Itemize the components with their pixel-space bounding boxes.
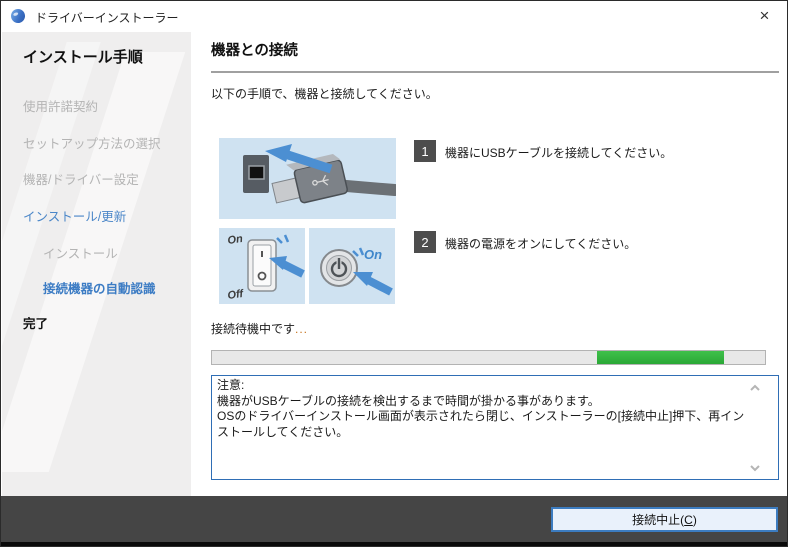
- window-title: ドライバーインストーラー: [35, 11, 179, 25]
- close-icon: ×: [759, 6, 770, 25]
- step-1-text: 機器にUSBケーブルを接続してください。: [445, 146, 673, 160]
- intro-text: 以下の手順で、機器と接続してください。: [211, 87, 438, 101]
- connection-progressbar: [211, 350, 766, 365]
- close-button[interactable]: ×: [742, 1, 787, 31]
- page-title: 機器との接続: [211, 43, 298, 59]
- app-icon: [9, 7, 27, 25]
- step-1-number-label: 1: [421, 143, 429, 159]
- scroll-up-icon[interactable]: [748, 382, 762, 394]
- power-button-icon: On: [309, 228, 395, 304]
- cancel-connection-button[interactable]: 接続中止(C): [551, 507, 778, 532]
- sidebar-item-auto-detect: 接続機器の自動認識: [43, 282, 156, 296]
- step-2-number: 2: [414, 231, 436, 253]
- power-button-illustration: On: [309, 228, 395, 304]
- cancel-label: 接続中止(C): [632, 513, 697, 527]
- usb-cable-icon: [219, 138, 396, 219]
- sidebar-item-license: 使用許諾契約: [23, 100, 99, 114]
- step-2-text: 機器の電源をオンにしてください。: [445, 237, 637, 251]
- status-dots: ...: [295, 322, 309, 336]
- sidebar-item-setup-method: セットアップ方法の選択: [23, 137, 161, 151]
- main-panel: 機器との接続 以下の手順で、機器と接続してください。 On Off On 1 機…: [191, 32, 787, 498]
- power-switch-illustration: On Off: [219, 228, 305, 304]
- usb-cable-illustration: [219, 138, 396, 219]
- heading-divider: [211, 71, 779, 73]
- watermark-shape: [2, 52, 186, 472]
- sidebar-item-finish: 完了: [23, 317, 49, 331]
- connection-status: 接続待機中です...: [211, 320, 308, 337]
- sidebar-item-device-driver-settings: 機器/ドライバー設定: [23, 173, 139, 187]
- titlebar[interactable]: ドライバーインストーラー ×: [1, 1, 787, 32]
- switch-on-label: On: [227, 233, 244, 247]
- sidebar-heading: インストール手順: [23, 49, 143, 66]
- driver-installer-window: ドライバーインストーラー × インストール手順 使用許諾契約 セットアップ方法の…: [0, 0, 788, 547]
- sidebar-item-install: インストール: [43, 247, 118, 261]
- switch-off-label: Off: [227, 288, 246, 302]
- progress-fill: [597, 351, 725, 364]
- status-text: 接続待機中です: [211, 322, 296, 336]
- sidebar-item-install-update: インストール/更新: [23, 210, 127, 224]
- rocker-switch-icon: On Off: [219, 228, 305, 304]
- power-on-label: On: [364, 247, 382, 262]
- step-2-number-label: 2: [421, 234, 429, 250]
- steps-sidebar: インストール手順 使用許諾契約 セットアップ方法の選択 機器/ドライバー設定 イ…: [2, 32, 191, 498]
- step-1-number: 1: [414, 140, 436, 162]
- footer-bar: 接続中止(C): [1, 496, 787, 546]
- scroll-down-icon[interactable]: [748, 462, 762, 474]
- note-textbox[interactable]: 注意: 機器がUSBケーブルの接続を検出するまで時間が掛かる事があります。 OS…: [211, 375, 779, 480]
